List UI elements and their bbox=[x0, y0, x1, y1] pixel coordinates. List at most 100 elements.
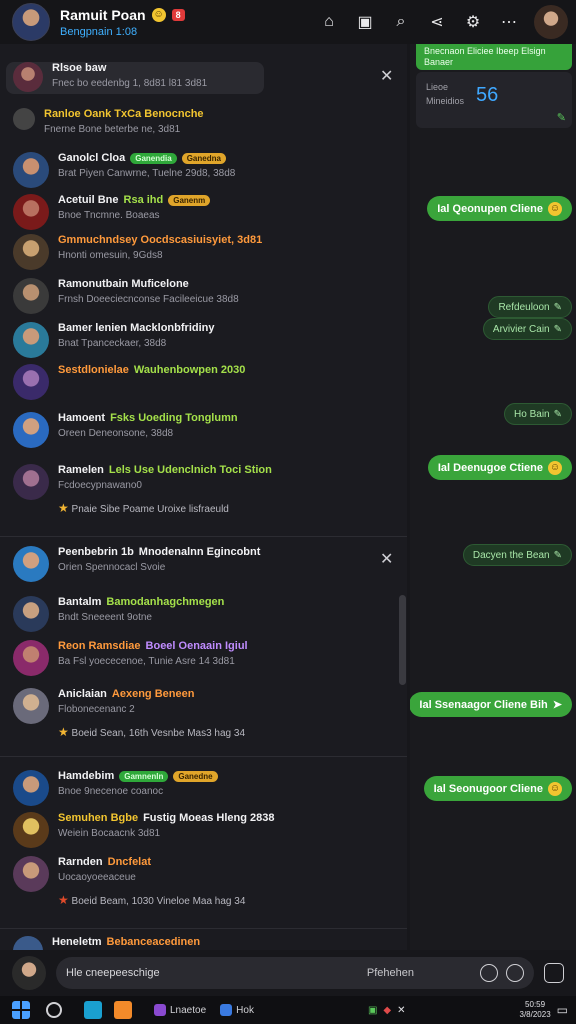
more-icon[interactable]: ⋯ bbox=[498, 11, 520, 33]
star-icon: ★ bbox=[58, 725, 69, 739]
chat-header: Ramuit Poan ☺ 8 Bengpnain 1:08 bbox=[60, 7, 185, 38]
avatar bbox=[13, 278, 49, 314]
shield-icon[interactable] bbox=[544, 963, 564, 983]
chat-panel: Bnecnaon Eliciee Ibeep Elsign Banaer Lie… bbox=[410, 44, 576, 950]
avatar bbox=[13, 322, 49, 358]
message-bubble[interactable]: Ial Qeonupen Cliene ☺ bbox=[427, 196, 572, 221]
edit-icon: ✎ bbox=[553, 549, 562, 561]
subtitle: Bengpnain 1:08 bbox=[60, 25, 138, 38]
list-item[interactable]: Hamoent Fsks Uoeding Tonglumn Oreen Deneon… bbox=[13, 412, 393, 448]
avatar bbox=[13, 234, 49, 270]
message-bubble[interactable]: Ial Ssenaagor Cliene Bih ➤ bbox=[410, 692, 572, 717]
tray-icon[interactable]: ▣ bbox=[368, 1005, 377, 1016]
app-icon[interactable] bbox=[154, 1004, 166, 1016]
star-icon: ★ bbox=[58, 893, 69, 907]
list-item[interactable]: Peenbebrin 1b Mnodenalnn Egincobnt Orien S… bbox=[13, 546, 393, 582]
avatar bbox=[13, 640, 49, 676]
message-list: Rlsoe baw Fnec bo eedenbg 1, 8d81 l81 3d8… bbox=[0, 44, 407, 950]
clock-icon[interactable] bbox=[480, 964, 498, 982]
avatar bbox=[13, 464, 49, 500]
send-icon: ➤ bbox=[552, 699, 562, 711]
list-item[interactable]: Acetuil Bne Rsa ihd Ganenm Bnoe Tncmne. Boa… bbox=[13, 194, 393, 230]
message-input[interactable]: Hle cneepeeschige Pfehehen bbox=[56, 957, 534, 989]
message-bubble[interactable]: Ial Deenugoe Ctiene ☺ bbox=[427, 455, 572, 480]
taskbar: Lnaetoe Hok ▣ ◆ ✕ 50:59 3/8/2023 ▭ bbox=[0, 996, 576, 1024]
edit-icon: ✎ bbox=[553, 301, 562, 313]
message-placeholder[interactable]: Hle cneepeeschige bbox=[66, 967, 367, 979]
avatar bbox=[13, 856, 49, 892]
edit-icon: ✎ bbox=[553, 323, 562, 335]
reply-pill[interactable]: Refdeuloon ✎ bbox=[488, 296, 572, 318]
user-avatar[interactable] bbox=[534, 5, 568, 39]
search-icon[interactable]: ⌕ bbox=[390, 11, 412, 33]
settings-icon[interactable]: ⚙ bbox=[462, 11, 484, 33]
list-item[interactable]: Semuhen Bgbe Fustig Moeas Hleng 2838 Weiei… bbox=[13, 812, 393, 848]
app-icon[interactable] bbox=[220, 1004, 233, 1016]
edit-icon[interactable]: ✎ bbox=[557, 111, 566, 124]
avatar bbox=[13, 412, 49, 448]
reply-pill[interactable]: Ho Bain ✎ bbox=[504, 403, 572, 425]
list-item[interactable]: Ramelen Lels Use Udenclnich Toci Stion Fcd… bbox=[13, 464, 393, 515]
tray-icon[interactable]: ◆ bbox=[383, 1005, 391, 1016]
avatar bbox=[13, 108, 35, 130]
close-icon[interactable]: ✕ bbox=[380, 549, 393, 569]
list-item[interactable]: Bantalm Bamodanhagchmegen Bndt Sneeeent 9o… bbox=[13, 596, 393, 632]
list-item[interactable]: Ranloe Oank TxCa Benocnche Fnerne Bone be… bbox=[13, 108, 393, 135]
notifications-icon[interactable]: ▭ bbox=[557, 1003, 568, 1017]
stats-card: Lieoe Mineidios 56 ✎ bbox=[416, 72, 572, 128]
avatar bbox=[13, 770, 49, 806]
files-icon[interactable] bbox=[114, 1001, 132, 1019]
inbox-icon[interactable]: ▣ bbox=[354, 11, 376, 33]
list-item[interactable]: Rarnden Dncfelat Uocaoyoeeaceue ★ Boeid Bea… bbox=[13, 856, 393, 907]
reply-pill[interactable]: Arvivier Cain ✎ bbox=[482, 318, 572, 340]
smile-emoji-icon: ☺ bbox=[548, 460, 562, 475]
list-item[interactable]: Aniclaian Aexeng Beneen Flobonecenanc 2 ★ B… bbox=[13, 688, 393, 739]
divider bbox=[0, 536, 407, 537]
status-badge: 8 bbox=[171, 8, 185, 21]
smile-emoji-icon: ☺ bbox=[548, 781, 562, 796]
avatar[interactable] bbox=[12, 3, 50, 41]
list-item[interactable]: Gmmuchndsey Oocdscasiuisyiet, 3d81 Hnonti… bbox=[13, 234, 393, 270]
smile-emoji-icon: ☺ bbox=[548, 201, 562, 216]
search-icon[interactable] bbox=[46, 1002, 62, 1018]
start-icon[interactable] bbox=[12, 1001, 30, 1019]
emoji-icon[interactable] bbox=[506, 964, 524, 982]
avatar bbox=[13, 936, 43, 950]
pinned-message[interactable]: Bnecnaon Eliciee Ibeep Elsign Banaer bbox=[416, 44, 572, 70]
avatar[interactable] bbox=[12, 956, 46, 990]
clock[interactable]: 50:59 3/8/2023 bbox=[520, 1000, 551, 1020]
list-item[interactable]: Hamdebim Gamnenln Ganedne Bnoe 9necenoe coa… bbox=[13, 770, 393, 806]
avatar bbox=[13, 364, 49, 400]
browser-icon[interactable] bbox=[84, 1001, 102, 1019]
avatar bbox=[13, 62, 43, 92]
list-item[interactable]: Bamer lenien Macklonbfridiny Bnat Tpancec… bbox=[13, 322, 393, 358]
close-icon[interactable]: ✕ bbox=[380, 66, 393, 86]
divider bbox=[0, 756, 407, 757]
edit-icon: ✎ bbox=[553, 408, 562, 420]
top-bar: Ramuit Poan ☺ 8 Bengpnain 1:08 ⌂ ▣ ⌕ ⋖ ⚙… bbox=[0, 0, 576, 44]
divider bbox=[0, 928, 407, 929]
avatar bbox=[13, 596, 49, 632]
share-icon[interactable]: ⋖ bbox=[426, 11, 448, 33]
list-item[interactable]: Ramonutbain Muficelone Frnsh Doeeciecncon… bbox=[13, 278, 393, 314]
avatar bbox=[13, 688, 49, 724]
list-item[interactable]: Heneletm Bebanceacedinen bbox=[13, 936, 393, 950]
avatar bbox=[13, 152, 49, 188]
reply-pill[interactable]: Dacyen the Bean ✎ bbox=[462, 544, 572, 566]
list-item[interactable]: Rlsoe baw Fnec bo eedenbg 1, 8d81 l81 3d8… bbox=[13, 62, 393, 92]
star-icon: ★ bbox=[58, 501, 69, 515]
composer: Hle cneepeeschige Pfehehen bbox=[0, 950, 576, 996]
avatar bbox=[13, 546, 49, 582]
avatar bbox=[13, 812, 49, 848]
message-bubble[interactable]: Ial Seonugoor Cliene ☺ bbox=[423, 776, 572, 801]
list-item[interactable]: Reon Ramsdiae Boeel Oenaain Igiul Ba Fsl y… bbox=[13, 640, 393, 676]
scrollbar[interactable] bbox=[399, 595, 406, 685]
tray-icon[interactable]: ✕ bbox=[397, 1005, 405, 1016]
stat-value: 56 bbox=[476, 84, 499, 106]
toolbar: ⌂ ▣ ⌕ ⋖ ⚙ ⋯ bbox=[318, 5, 568, 39]
list-item[interactable]: Ganolcl Cloa Ganendia Ganedna Brat Piyen Ca… bbox=[13, 152, 393, 188]
home-icon[interactable]: ⌂ bbox=[318, 11, 340, 33]
input-hint: Pfehehen bbox=[366, 967, 414, 979]
page-title: Ramuit Poan bbox=[60, 6, 146, 23]
list-item[interactable]: Sestdlonielae Wauhenbowpen 2030 bbox=[13, 364, 393, 400]
